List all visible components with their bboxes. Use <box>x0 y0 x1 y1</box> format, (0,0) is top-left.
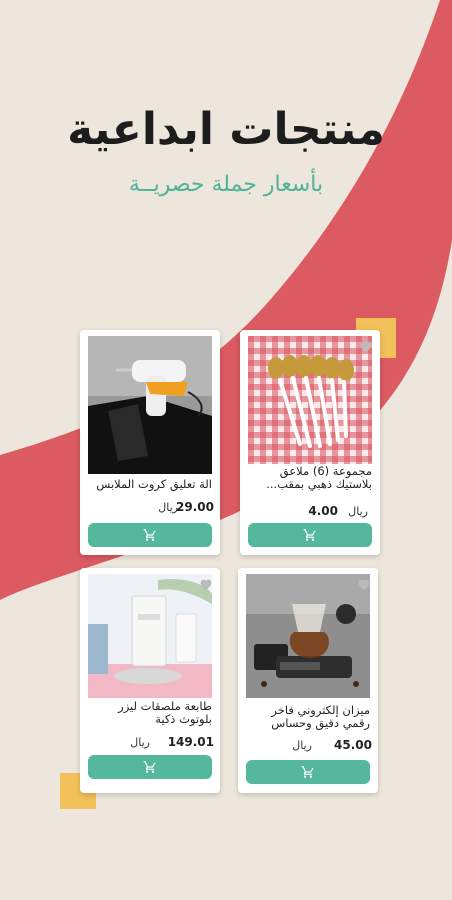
product-price: 29.00 <box>176 500 214 514</box>
heart-icon[interactable] <box>198 576 214 592</box>
add-to-cart-button[interactable] <box>88 523 212 547</box>
product-image <box>248 336 372 464</box>
page-subtitle: بأسعار جملة حصريــة <box>128 172 324 197</box>
page-title: منتجات ابداعية <box>67 104 385 155</box>
product-currency: ريال <box>130 736 150 749</box>
heart-icon[interactable] <box>356 576 372 592</box>
product-price: 149.01 <box>167 735 214 749</box>
add-to-cart-button[interactable] <box>246 760 370 784</box>
cart-icon <box>301 766 314 778</box>
product-card[interactable]: طابعة ملصقات ليزر بلوتوث ذكية ريال 149.0… <box>80 568 220 793</box>
product-name[interactable]: طابعة ملصقات ليزر بلوتوث ذكية <box>86 700 212 726</box>
cart-icon <box>143 529 156 541</box>
product-card[interactable]: مجموعة (6) ملاعق بلاستيك ذهبي بمقب... ري… <box>240 330 380 555</box>
product-card[interactable]: الة تعليق كروت الملابس ريال 29.00 <box>80 330 220 555</box>
cart-icon <box>143 761 156 773</box>
product-currency: ريال <box>292 739 312 752</box>
product-currency: ريال <box>348 505 368 518</box>
product-image <box>88 574 212 698</box>
add-to-cart-button[interactable] <box>88 755 212 779</box>
product-price: 4.00 <box>308 504 338 518</box>
product-name[interactable]: ميزان إلكتروني فاخر رقمي دقيق وحساس <box>244 704 370 730</box>
heart-icon[interactable] <box>358 338 374 354</box>
product-image <box>88 336 212 474</box>
product-image <box>246 574 370 698</box>
product-currency: ريال <box>158 501 178 514</box>
product-name[interactable]: الة تعليق كروت الملابس <box>86 478 212 491</box>
product-price: 45.00 <box>334 738 372 752</box>
add-to-cart-button[interactable] <box>248 523 372 547</box>
product-card[interactable]: ميزان إلكتروني فاخر رقمي دقيق وحساس ريال… <box>238 568 378 793</box>
product-name[interactable]: مجموعة (6) ملاعق بلاستيك ذهبي بمقب... <box>246 465 372 491</box>
cart-icon <box>303 529 316 541</box>
